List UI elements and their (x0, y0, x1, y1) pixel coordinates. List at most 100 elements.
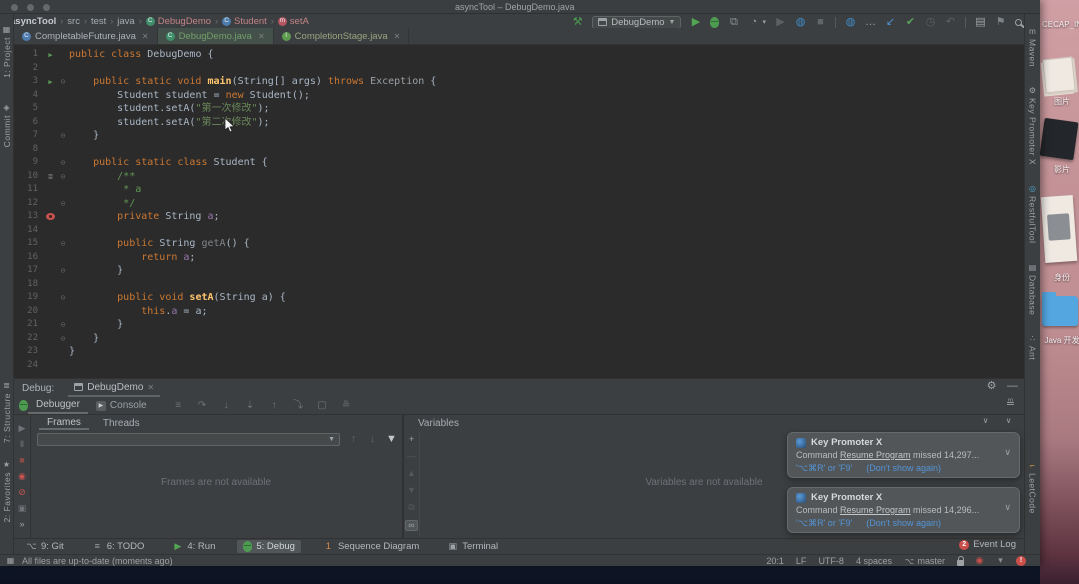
mute-breakpoints-icon[interactable]: ⊘ (17, 488, 28, 497)
show-watches-icon[interactable]: ∞ (405, 520, 418, 531)
force-step-into-icon[interactable]: ⇣ (245, 400, 256, 411)
fold-icon[interactable]: ⊖ (57, 332, 69, 346)
toolwindow-button-ant[interactable]: ∴ Ant (1027, 334, 1038, 360)
code-line[interactable]: 22 ⊖ } (14, 332, 1024, 346)
error-indicator-icon[interactable] (1016, 555, 1026, 566)
dont-show-again-link[interactable]: (Don't show again) (866, 463, 941, 474)
tab-threads[interactable]: Threads (95, 418, 148, 429)
editor-tab[interactable]: C DebugDemo.java ✕ (157, 28, 274, 44)
code-line[interactable]: 19 ⊖ public void setA(String a) { (14, 291, 1024, 305)
code-line[interactable]: 3 ▶ ⊖ public static void main(String[] arg… (14, 75, 1024, 89)
project-structure-icon[interactable]: ▤ (975, 16, 986, 28)
code-line[interactable]: 18 (14, 278, 1024, 292)
toolwindow-button-6-todo[interactable]: ≡ 6: TODO (86, 540, 151, 553)
breadcrumb-item[interactable]: src (67, 16, 80, 27)
fold-icon[interactable]: ⊖ (57, 237, 69, 251)
code-line[interactable]: 7 ⊖ } (14, 129, 1024, 143)
toolwindow-button-restfultool[interactable]: ◎ RestfulTool (1027, 185, 1038, 244)
profiler-icon[interactable]: ◔ (748, 16, 759, 28)
resume-program-link[interactable]: Resume Program (840, 450, 911, 460)
git-branch[interactable]: ⌥ master (904, 556, 945, 566)
fold-icon[interactable]: ⊖ (57, 291, 69, 305)
fold-icon[interactable]: ⊖ (57, 318, 69, 332)
breadcrumb-item[interactable]: asyncTool (10, 16, 56, 27)
code-line[interactable]: 6 student.setA("第二次修改"); (14, 116, 1024, 130)
caret-position[interactable]: 20:1 (766, 556, 784, 566)
plugin-globe-2-icon[interactable]: ◍ (845, 16, 856, 28)
tab-console[interactable]: ▶ Console (88, 397, 155, 414)
filter-icon[interactable]: ▼ (386, 434, 397, 445)
toolwindow-button-5-debug[interactable]: 5: Debug (237, 540, 301, 553)
dont-show-again-link[interactable]: (Don't show again) (866, 518, 941, 529)
run-icon[interactable]: ▶ (690, 16, 701, 28)
code-line[interactable]: 1 ▶ public class DebugDemo { (14, 48, 1024, 62)
code-line[interactable]: 16 return a; (14, 251, 1024, 265)
search-everywhere-icon[interactable] (1015, 18, 1022, 26)
pause-program-icon[interactable]: Ⅱ (17, 440, 28, 449)
thread-selector-dropdown[interactable]: ▼ (37, 433, 340, 446)
run-configuration-selector[interactable]: DebugDemo ▼ (592, 15, 682, 29)
toolwindow-button-9-git[interactable]: ⌥ 9: Git (20, 540, 70, 553)
close-tab-icon[interactable]: ✕ (258, 32, 265, 41)
breadcrumb-item[interactable]: C DebugDemo (145, 16, 211, 27)
breadcrumb-item[interactable]: C Student (222, 16, 267, 27)
hide-window-icon[interactable]: — (1007, 381, 1018, 392)
fold-icon[interactable]: ⊖ (57, 170, 69, 184)
code-line[interactable]: 8 (14, 143, 1024, 157)
step-out-icon[interactable]: ↑ (269, 400, 280, 411)
desktop-icon-photos[interactable] (1042, 56, 1076, 94)
expand-chevron-icon[interactable]: ∨ (1004, 502, 1011, 513)
toolwindow-button-leetcode[interactable]: ⌐ LeetCode (1027, 462, 1038, 514)
code-line[interactable]: 9 ⊖ public static class Student { (14, 156, 1024, 170)
code-line[interactable]: 23} (14, 345, 1024, 359)
close-tab-icon[interactable]: ✕ (142, 32, 149, 41)
new-watch-icon[interactable]: + (406, 435, 417, 444)
code-line[interactable]: 2 (14, 62, 1024, 76)
code-line[interactable]: 4 Student student = new Student(); (14, 89, 1024, 103)
vcs-update-icon[interactable]: ↙ (885, 16, 896, 28)
more-ellipsis-icon[interactable]: … (865, 16, 876, 28)
resume-program-icon[interactable]: ▶ (17, 424, 28, 433)
toolwindow-button-4-run[interactable]: ▶ 4: Run (166, 540, 221, 553)
settings-gear-icon[interactable]: ⚙ (986, 381, 997, 392)
show-execution-point-icon[interactable]: ≡ (173, 400, 184, 411)
event-log-button[interactable]: 2 Event Log (959, 539, 1016, 550)
resume-program-link[interactable]: Resume Program (840, 505, 911, 515)
evaluate-expression-icon[interactable]: ≞ (341, 400, 352, 411)
toolwindow-button-7-structure[interactable]: ≣ 7: Structure (1, 382, 12, 443)
run-gutter-icon[interactable]: ▶ (44, 48, 57, 62)
fold-icon[interactable]: ⊖ (57, 264, 69, 278)
desktop-icon-laptop[interactable] (1039, 117, 1079, 161)
close-tab-icon[interactable]: ✕ (394, 32, 401, 41)
fold-icon[interactable]: ⊖ (57, 129, 69, 143)
file-encoding[interactable]: UTF-8 (818, 556, 844, 566)
lock-icon[interactable] (957, 555, 964, 566)
code-line[interactable]: 10 ≣ ⊖ /** (14, 170, 1024, 184)
vcs-commit-icon[interactable]: ✔ (905, 16, 916, 28)
layout-settings-icon[interactable]: ≞ (1005, 399, 1016, 410)
code-line[interactable]: 14 (14, 224, 1024, 238)
indent-setting[interactable]: 4 spaces (856, 556, 892, 566)
step-over-icon[interactable]: ↷ (197, 400, 208, 411)
pin-flag-icon[interactable]: ⚑ (995, 16, 1006, 28)
more-options-icon[interactable]: » (17, 520, 28, 529)
collapse-chevron-icon[interactable]: ∨ (980, 417, 991, 425)
build-hammer-icon[interactable]: ⚒ (572, 16, 583, 28)
toolwindow-button-1-project[interactable]: ▦ 1: Project (1, 26, 12, 78)
toolwindow-button-database[interactable]: ▤ Database (1027, 263, 1038, 315)
desktop-icon-printer[interactable] (1040, 194, 1078, 264)
run-with-coverage-icon[interactable]: ⧉ (728, 16, 739, 28)
maximize-window-icon[interactable] (43, 4, 50, 11)
line-ending[interactable]: LF (796, 556, 807, 566)
notification-balloon[interactable]: Key Promoter X ∨ Command Resume Program mi… (787, 487, 1020, 533)
code-line[interactable]: 24 (14, 359, 1024, 373)
drop-frame-icon[interactable]: ⤵ (293, 400, 304, 411)
plugin-globe-icon[interactable]: ◍ (795, 16, 806, 28)
stop-process-icon[interactable]: ■ (17, 456, 28, 465)
code-line[interactable]: 17 ⊖ } (14, 264, 1024, 278)
toolwindow-button-sequence-diagram[interactable]: 1 Sequence Diagram (317, 540, 425, 553)
notification-balloon[interactable]: Key Promoter X ∨ Command Resume Program mi… (787, 432, 1020, 478)
breadcrumb-item[interactable]: java (117, 16, 134, 27)
tab-frames[interactable]: Frames (39, 417, 89, 430)
toolwindow-button-key-promoter-x[interactable]: ⚙ Key Promoter X (1027, 87, 1038, 166)
